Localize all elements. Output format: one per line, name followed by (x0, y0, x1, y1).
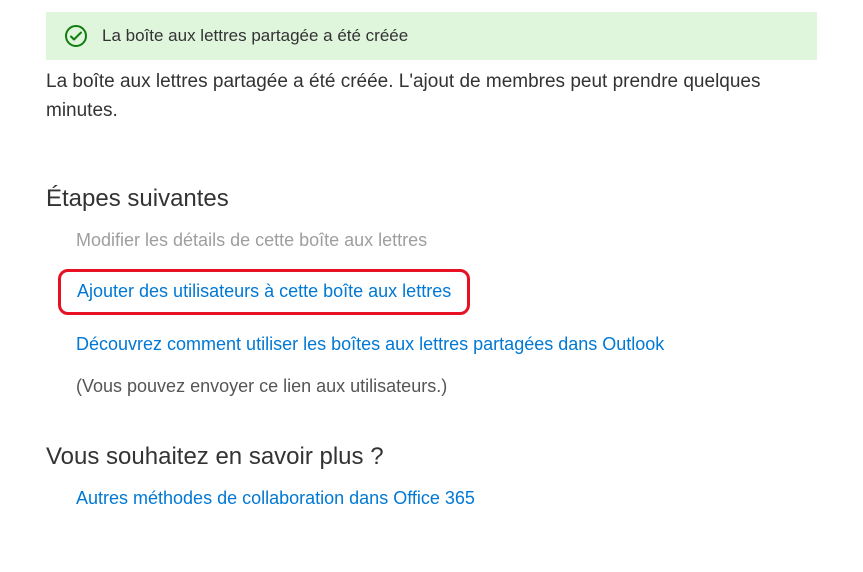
next-steps-title: Étapes suivantes (46, 185, 817, 213)
step-learn-shared-link[interactable]: Découvrez comment utiliser les boîtes au… (76, 334, 664, 354)
step-add-users-wrapper: Ajouter des utilisateurs à cette boîte a… (76, 269, 817, 315)
learn-more-section: Vous souhaitez en savoir plus ? Autres m… (46, 443, 817, 511)
other-methods-link[interactable]: Autres méthodes de collaboration dans Of… (76, 488, 475, 508)
description-text: La boîte aux lettres partagée a été créé… (46, 68, 817, 125)
success-banner: La boîte aux lettres partagée a été créé… (46, 12, 817, 60)
learn-more-title: Vous souhaitez en savoir plus ? (46, 443, 817, 471)
highlight-annotation: Ajouter des utilisateurs à cette boîte a… (58, 269, 470, 315)
learn-more-item: Autres méthodes de collaboration dans Of… (76, 485, 817, 511)
banner-message: La boîte aux lettres partagée a été créé… (102, 26, 408, 46)
step-learn-shared-wrapper: Découvrez comment utiliser les boîtes au… (76, 331, 817, 357)
checkmark-circle-icon (64, 24, 88, 48)
step-send-link-note: (Vous pouvez envoyer ce lien aux utilisa… (76, 373, 817, 399)
next-steps-section: Étapes suivantes Modifier les détails de… (46, 185, 817, 399)
step-add-users-link[interactable]: Ajouter des utilisateurs à cette boîte a… (77, 281, 451, 301)
step-edit-details: Modifier les détails de cette boîte aux … (76, 227, 817, 253)
